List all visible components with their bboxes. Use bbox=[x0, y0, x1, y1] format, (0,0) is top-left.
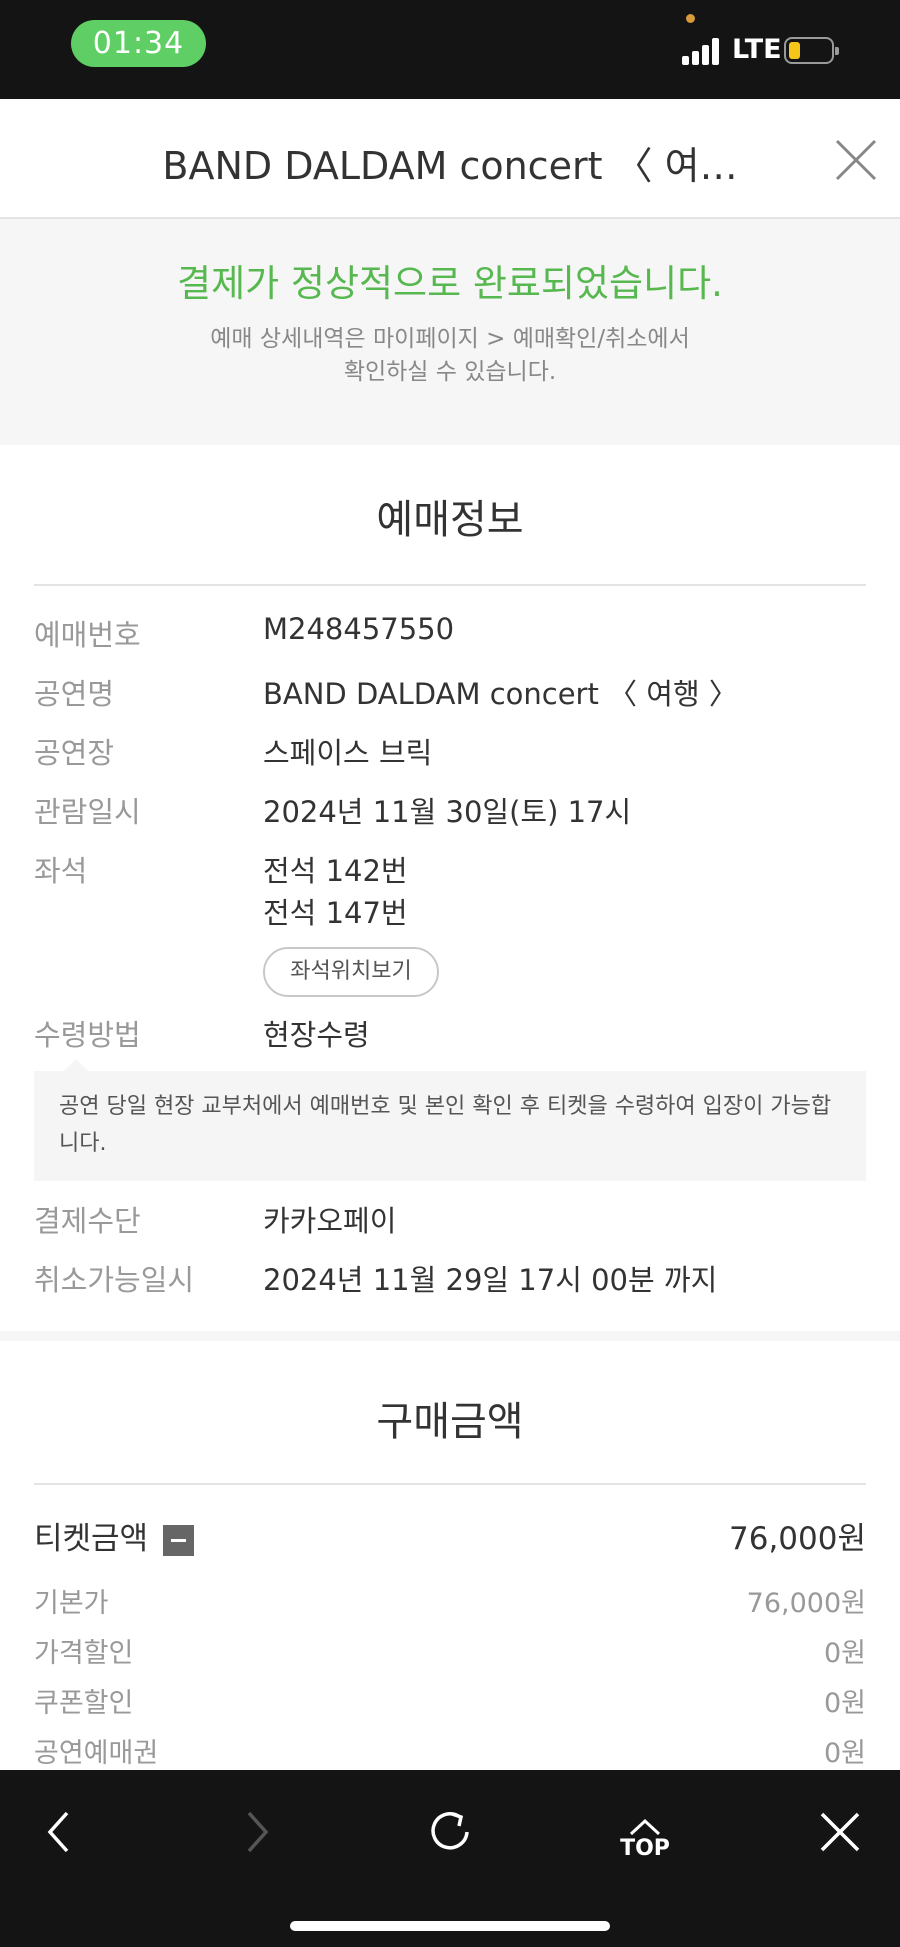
price-discount-value: 0원 bbox=[823, 1638, 866, 1669]
close-tab-button[interactable] bbox=[800, 1790, 880, 1870]
cancel-deadline: 2024년 11월 29일 17시 00분 까지 bbox=[263, 1263, 718, 1297]
notice-message: 결제가 정상적으로 완료되었습니다. bbox=[177, 262, 723, 305]
browser-toolbar: TOP bbox=[0, 1770, 900, 1947]
tooltip-arrow bbox=[64, 1059, 88, 1071]
show-date: 2024년 11월 30일(토) 17시 bbox=[263, 795, 632, 829]
refresh-icon bbox=[431, 1812, 469, 1850]
row-label: 수령방법 bbox=[34, 1018, 141, 1052]
row-label: 공연명 bbox=[34, 677, 115, 711]
venue: 스페이스 브릭 bbox=[263, 736, 433, 770]
privacy-indicator-dot bbox=[686, 14, 695, 23]
base-price-label: 기본가 bbox=[34, 1588, 109, 1619]
divider bbox=[34, 1483, 866, 1485]
page-header: BAND DALDAM concert 〈 여… bbox=[0, 99, 900, 219]
row-label: 결제수단 bbox=[34, 1204, 141, 1238]
chevron-left-icon bbox=[47, 1811, 69, 1853]
home-indicator bbox=[290, 1921, 610, 1931]
coupon-discount-label: 쿠폰할인 bbox=[34, 1688, 134, 1719]
ticket-amount: 76,000원 bbox=[729, 1521, 866, 1557]
row-label: 공연장 bbox=[34, 736, 115, 770]
row-label: 예매번호 bbox=[34, 618, 141, 652]
chevron-right-icon bbox=[247, 1811, 269, 1853]
booking-section-title: 예매정보 bbox=[376, 497, 524, 543]
base-price-value: 76,000원 bbox=[746, 1588, 866, 1619]
scroll-top-button[interactable]: TOP bbox=[605, 1790, 685, 1870]
pickup-info-box: 공연 당일 현장 교부처에서 예매번호 및 본인 확인 후 티켓을 수령하여 입… bbox=[34, 1059, 866, 1181]
pickup-info-text: 공연 당일 현장 교부처에서 예매번호 및 본인 확인 후 티켓을 수령하여 입… bbox=[59, 1094, 832, 1156]
forward-button[interactable] bbox=[216, 1790, 296, 1870]
price-discount-label: 가격할인 bbox=[34, 1638, 134, 1669]
coupon-discount-value: 0원 bbox=[823, 1688, 866, 1719]
back-button[interactable] bbox=[20, 1790, 100, 1870]
section-separator bbox=[0, 1331, 900, 1341]
row-label: 좌석 bbox=[34, 854, 88, 888]
view-seat-location-button[interactable]: 좌석위치보기 bbox=[263, 947, 439, 997]
refresh-button[interactable] bbox=[410, 1790, 490, 1870]
divider bbox=[34, 584, 866, 586]
close-icon bbox=[820, 1812, 860, 1852]
page-title: BAND DALDAM concert 〈 여… bbox=[162, 144, 738, 188]
network-type: LTE bbox=[732, 34, 782, 65]
collapse-toggle-button[interactable] bbox=[163, 1525, 194, 1556]
seat-item: 전석 142번 bbox=[263, 854, 408, 888]
booking-number: M248457550 bbox=[263, 612, 455, 646]
ticket-amount-label: 티켓금액 bbox=[34, 1521, 149, 1557]
close-button[interactable] bbox=[833, 137, 879, 183]
purchase-section-title: 구매금액 bbox=[376, 1399, 524, 1445]
payment-method: 카카오페이 bbox=[263, 1204, 397, 1238]
close-icon bbox=[835, 139, 877, 181]
top-label: TOP bbox=[620, 1836, 670, 1861]
status-bar: 01:34 LTE bbox=[0, 0, 900, 99]
notice-subtext: 예매 상세내역은 마이페이지 > 예매확인/취소에서 확인하실 수 있습니다. bbox=[210, 326, 690, 385]
row-label: 관람일시 bbox=[34, 795, 141, 829]
show-name: BAND DALDAM concert 〈 여행 〉 bbox=[263, 677, 738, 711]
row-label: 취소가능일시 bbox=[34, 1263, 195, 1297]
voucher-value: 0원 bbox=[823, 1738, 866, 1769]
clock: 01:34 bbox=[71, 20, 206, 67]
battery-icon bbox=[784, 37, 839, 64]
signal-icon bbox=[682, 37, 726, 65]
payment-complete-notice: 결제가 정상적으로 완료되었습니다. 예매 상세내역은 마이페이지 > 예매확인… bbox=[0, 219, 900, 445]
voucher-label: 공연예매권 bbox=[34, 1738, 159, 1769]
pickup-method: 현장수령 bbox=[263, 1018, 370, 1052]
seat-item: 전석 147번 bbox=[263, 896, 408, 930]
